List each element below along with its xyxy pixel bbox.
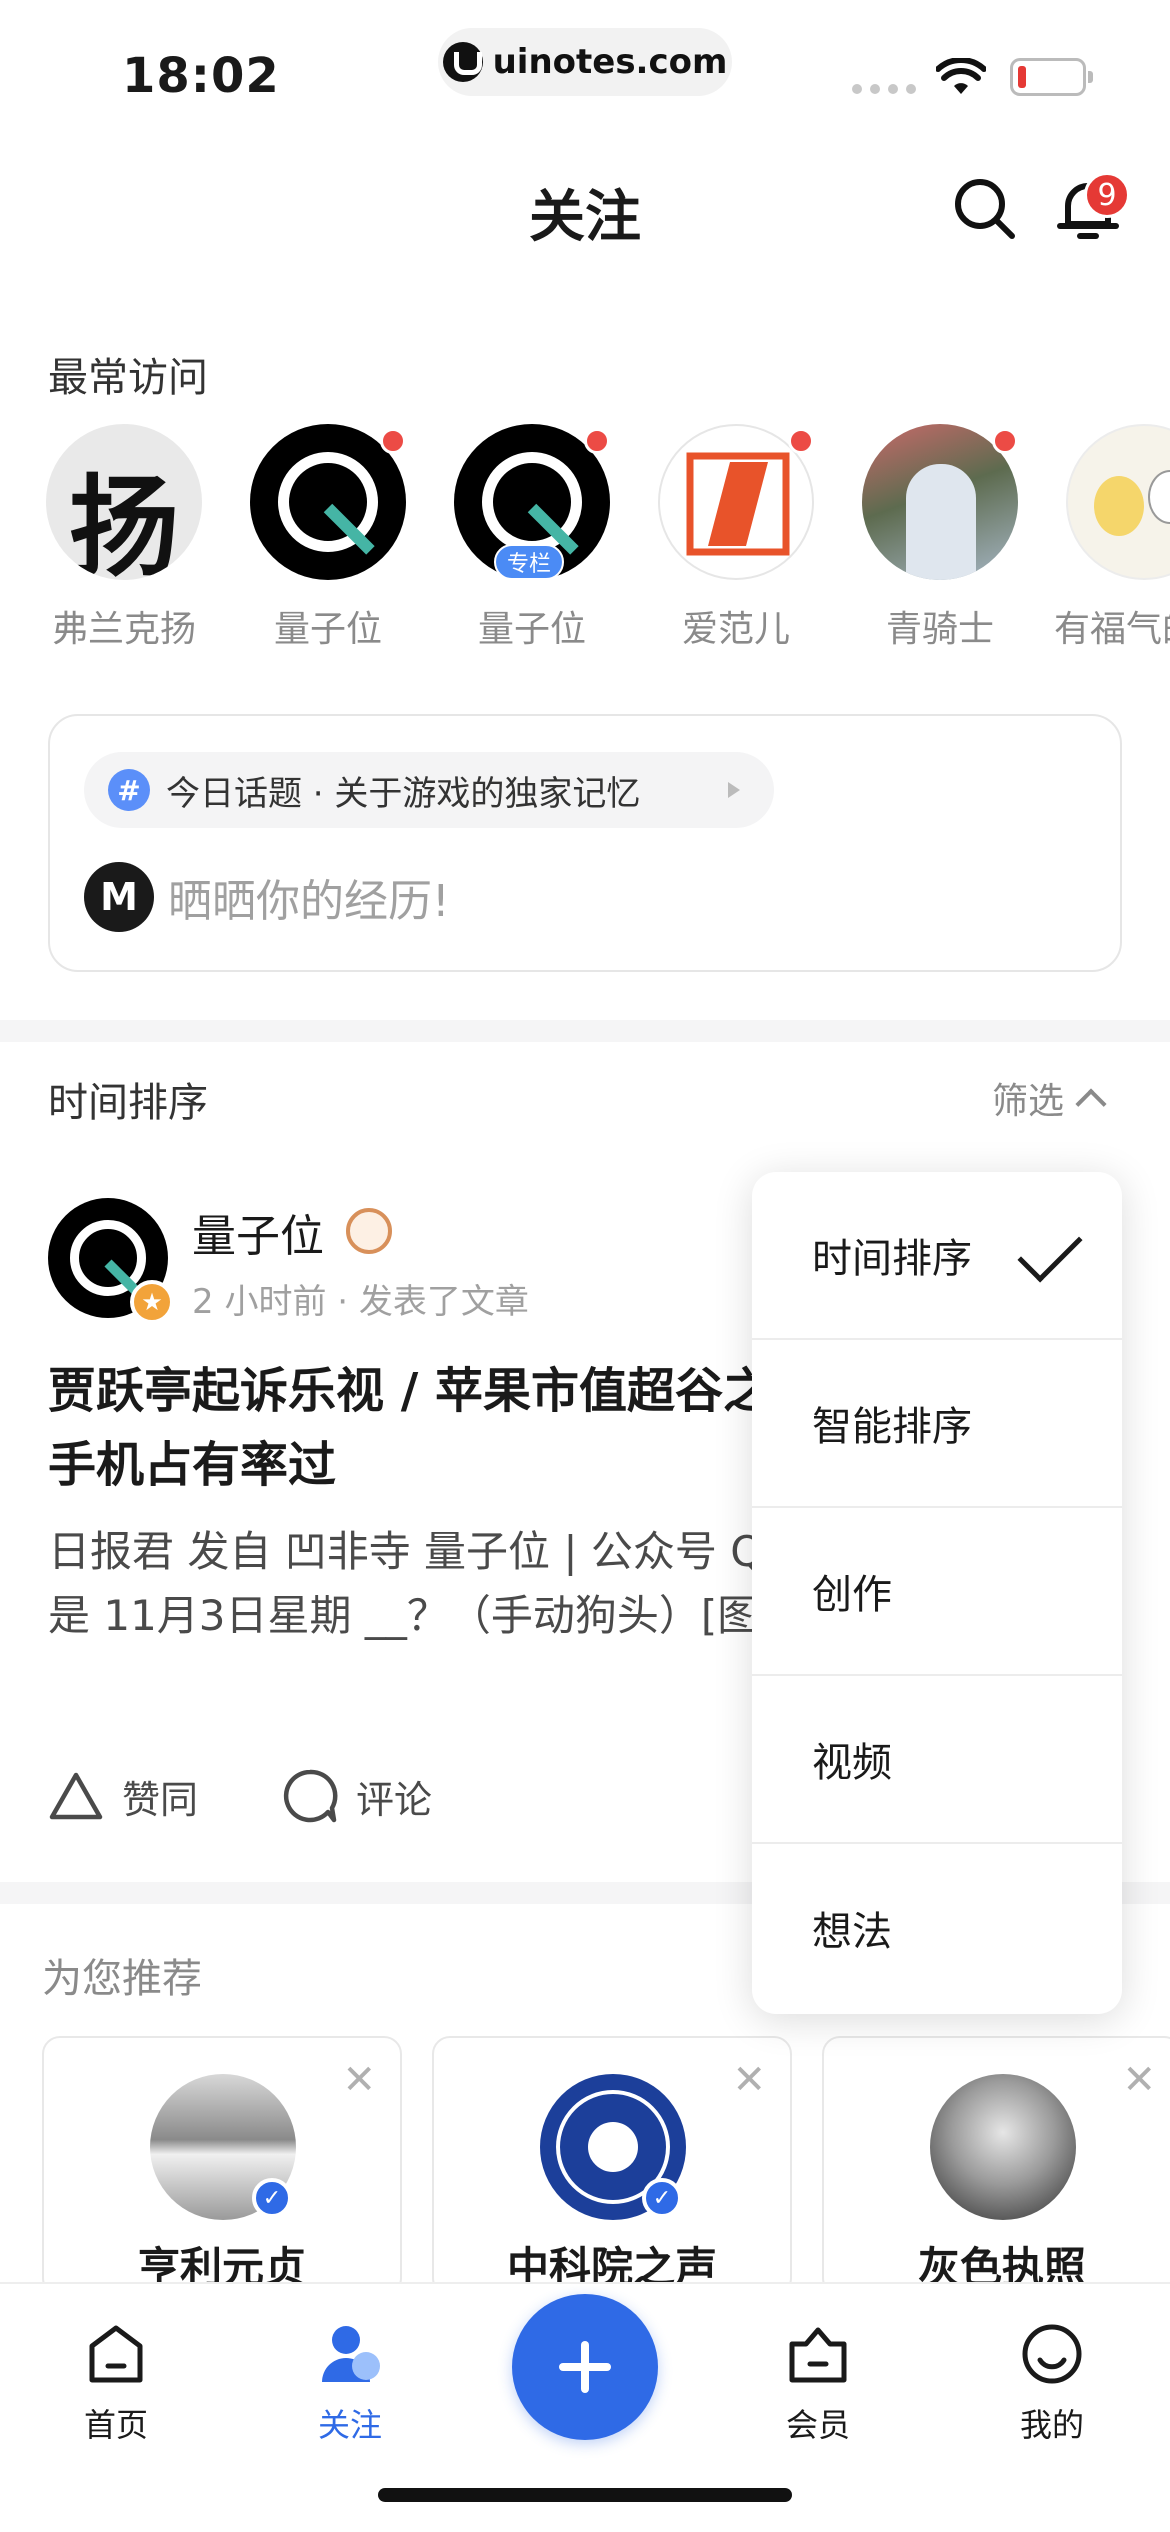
search-icon[interactable] bbox=[950, 174, 1018, 242]
url-pill[interactable]: uinotes.com bbox=[438, 28, 732, 96]
star-badge-icon: ★ bbox=[130, 1280, 174, 1324]
home-indicator[interactable] bbox=[378, 2488, 792, 2502]
tab-follow[interactable]: 关注 bbox=[280, 2322, 420, 2446]
tab-label: 首页 bbox=[83, 2406, 148, 2444]
url-text: uinotes.com bbox=[492, 42, 728, 82]
filter-label: 筛选 bbox=[992, 1081, 1065, 1122]
compose-area[interactable]: M 晒晒你的经历! bbox=[84, 862, 450, 932]
profile-face-icon bbox=[1022, 2324, 1082, 2384]
verified-icon: ✓ bbox=[642, 2178, 682, 2218]
play-arrow-icon bbox=[728, 782, 740, 798]
tab-home[interactable]: 首页 bbox=[46, 2322, 186, 2446]
frequent-item-name: 有福气的 bbox=[1054, 609, 1170, 650]
close-icon[interactable]: ✕ bbox=[342, 2060, 376, 2100]
avatar bbox=[1066, 424, 1170, 580]
dropdown-item-smart-sort[interactable]: 智能排序 bbox=[752, 1340, 1122, 1508]
recommend-name: 灰色执照 bbox=[917, 2243, 1086, 2286]
unread-dot bbox=[788, 428, 814, 454]
recommend-row: ✕ ✓ 亨利元贞 ✕ ✓ 中科院之声 ✕ 灰色执照 bbox=[0, 2036, 1170, 2286]
tab-member[interactable]: 会员 bbox=[748, 2322, 888, 2446]
frequent-visits-row: 扬 弗兰克扬 量子位 量子位 专栏 爱范儿 青骑士 有福气 bbox=[0, 424, 1170, 664]
sort-label: 时间排序 bbox=[48, 1080, 208, 1126]
recommend-label: 为您推荐 bbox=[42, 1956, 202, 2002]
recommend-card[interactable]: ✕ 灰色执照 bbox=[822, 2036, 1170, 2286]
topic-text: 今日话题 · 关于游戏的独家记忆 bbox=[166, 773, 641, 814]
cellular-signal-icon bbox=[852, 84, 916, 94]
hashtag-icon: # bbox=[108, 769, 150, 811]
checkmark-icon bbox=[1017, 1217, 1083, 1283]
status-time: 18:02 bbox=[122, 48, 280, 104]
dropdown-item-label: 时间排序 bbox=[812, 1236, 972, 1282]
follow-person-icon bbox=[322, 2326, 380, 2382]
dropdown-item-creation[interactable]: 创作 bbox=[752, 1508, 1122, 1676]
battery-icon bbox=[1010, 58, 1093, 96]
frequent-item[interactable]: 量子位 bbox=[442, 424, 622, 652]
verified-icon: ✓ bbox=[252, 2178, 292, 2218]
frequent-item[interactable]: 有福气的 bbox=[1054, 424, 1170, 652]
recommend-card[interactable]: ✕ ✓ 亨利元贞 bbox=[42, 2036, 402, 2286]
home-icon bbox=[89, 2325, 143, 2383]
dropdown-item-thoughts[interactable]: 想法 bbox=[752, 1844, 1122, 2012]
frequent-item-name: 爱范儿 bbox=[681, 609, 790, 650]
frequent-item-name: 量子位 bbox=[477, 609, 586, 650]
upvote-triangle-icon bbox=[49, 1772, 103, 1820]
topic-card: # 今日话题 · 关于游戏的独家记忆 M 晒晒你的经历! bbox=[48, 714, 1122, 972]
avatar-glyph: 扬 bbox=[69, 463, 179, 580]
author-name[interactable]: 量子位 bbox=[192, 1200, 324, 1264]
tab-label: 会员 bbox=[785, 2406, 850, 2444]
status-bar: 18:02 uinotes.com bbox=[0, 0, 1170, 130]
recommend-name: 亨利元贞 bbox=[137, 2243, 306, 2286]
dropdown-item-label: 想法 bbox=[812, 1909, 892, 1955]
user-avatar: M bbox=[84, 862, 154, 932]
avatar bbox=[930, 2074, 1076, 2220]
member-crown-icon bbox=[789, 2327, 847, 2383]
frequent-item[interactable]: 爱范儿 bbox=[646, 424, 826, 652]
notification-badge: 9 bbox=[1084, 172, 1130, 218]
comment-icon bbox=[283, 1769, 338, 1823]
comment-button[interactable]: 评论 bbox=[282, 1768, 432, 1824]
dropdown-item-video[interactable]: 视频 bbox=[752, 1676, 1122, 1844]
frequent-item[interactable]: 青骑士 bbox=[850, 424, 1030, 652]
recommend-card[interactable]: ✕ ✓ 中科院之声 bbox=[432, 2036, 792, 2286]
dropdown-item-label: 创作 bbox=[812, 1572, 892, 1618]
unread-dot bbox=[380, 428, 406, 454]
frequent-item-name: 量子位 bbox=[273, 609, 382, 650]
unread-dot bbox=[992, 428, 1018, 454]
site-logo-icon bbox=[442, 42, 483, 82]
tab-me[interactable]: 我的 bbox=[982, 2322, 1122, 2446]
tab-label: 我的 bbox=[1019, 2406, 1084, 2444]
compose-placeholder: 晒晒你的经历! bbox=[168, 876, 450, 927]
frequent-item[interactable]: 扬 弗兰克扬 bbox=[34, 424, 214, 652]
post-actions: 赞同 评论 bbox=[48, 1768, 432, 1824]
close-icon[interactable]: ✕ bbox=[1122, 2060, 1156, 2100]
frequent-item-name: 弗兰克扬 bbox=[51, 609, 196, 650]
dropdown-item-label: 视频 bbox=[812, 1740, 892, 1786]
like-button[interactable]: 赞同 bbox=[48, 1769, 198, 1824]
create-post-button[interactable] bbox=[512, 2294, 658, 2440]
dropdown-item-time-sort[interactable]: 时间排序 bbox=[752, 1172, 1122, 1340]
wifi-icon bbox=[936, 58, 986, 94]
comment-label: 评论 bbox=[356, 1777, 433, 1822]
author-badge-icon bbox=[346, 1208, 392, 1254]
frequent-visits-label: 最常访问 bbox=[48, 355, 208, 401]
avatar: 扬 bbox=[46, 424, 202, 580]
filter-button[interactable]: 筛选 bbox=[992, 1072, 1107, 1124]
dropdown-item-label: 智能排序 bbox=[812, 1404, 972, 1450]
frequent-item-name: 青骑士 bbox=[885, 609, 994, 650]
close-icon[interactable]: ✕ bbox=[732, 2060, 766, 2100]
tab-label: 关注 bbox=[317, 2406, 382, 2444]
section-divider bbox=[0, 1020, 1170, 1042]
like-label: 赞同 bbox=[122, 1777, 199, 1822]
frequent-item[interactable]: 量子位 bbox=[238, 424, 418, 652]
chevron-up-icon bbox=[1075, 1088, 1107, 1120]
sort-dropdown-menu: 时间排序 智能排序 创作 视频 想法 bbox=[752, 1172, 1122, 2014]
topic-pill[interactable]: # 今日话题 · 关于游戏的独家记忆 bbox=[84, 752, 774, 828]
recommend-name: 中科院之声 bbox=[506, 2243, 717, 2286]
unread-dot bbox=[584, 428, 610, 454]
author-avatar[interactable]: ★ bbox=[48, 1198, 174, 1324]
header: 关注 bbox=[0, 150, 1170, 260]
post-meta: 2 小时前 · 发表了文章 bbox=[192, 1282, 529, 1322]
column-tag: 专栏 bbox=[494, 544, 564, 580]
